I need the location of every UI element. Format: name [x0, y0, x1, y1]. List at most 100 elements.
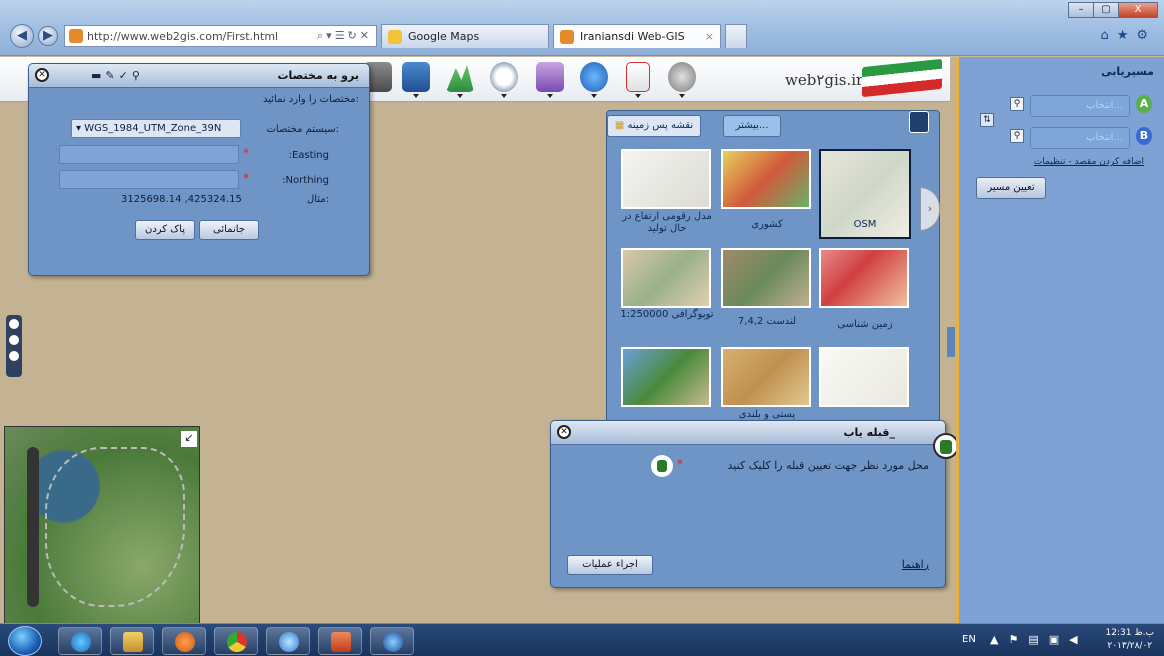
tab-google-maps-label: Google Maps	[408, 30, 480, 43]
browser-toolbar: – ▢ X ◀ ▶ http://www.web2gis.com/First.h…	[0, 0, 1164, 56]
forward-button[interactable]: ▶	[38, 26, 58, 46]
chevron-down-icon[interactable]	[679, 94, 685, 98]
zoom-nav-control[interactable]	[6, 315, 22, 377]
basemap-label-osm: OSM	[853, 219, 877, 230]
pick-start-icon[interactable]: ⚲	[1010, 97, 1024, 111]
webgis-favicon	[560, 29, 574, 44]
close-window-button[interactable]: X	[1118, 2, 1158, 18]
panel-subtitle: مختصات را وارد نمائید:	[262, 94, 359, 105]
overview-minimap[interactable]: ↙	[4, 426, 200, 624]
measure-tool-icon[interactable]	[536, 62, 564, 92]
example-label: مثال:	[306, 194, 329, 205]
required-star: *	[243, 146, 249, 160]
new-tab-button[interactable]	[725, 24, 747, 48]
close-tab-icon[interactable]: ×	[705, 30, 714, 43]
zoom-out-icon[interactable]	[9, 351, 19, 361]
easting-input[interactable]	[59, 145, 239, 164]
clock[interactable]: 12:31 ب.ظ ۲۰۱۳/۲۸/۰۲	[1106, 627, 1154, 653]
tab-google-maps[interactable]: Google Maps	[381, 24, 549, 48]
chrome-taskbar-icon[interactable]	[214, 627, 258, 655]
ie-taskbar-icon[interactable]	[58, 627, 102, 655]
url-text[interactable]: http://www.web2gis.com/First.html	[87, 30, 317, 43]
browser-tools-icons[interactable]: ⌂★⚙	[1100, 28, 1156, 43]
grid-icon: ▦	[614, 120, 628, 131]
address-tools-icon[interactable]: ⌕▾☰↻✕	[317, 29, 376, 43]
globe-add-tool-icon[interactable]	[580, 62, 608, 92]
monitor-icon[interactable]	[909, 111, 929, 133]
pick-end-icon[interactable]: ⚲	[1010, 129, 1024, 143]
chevron-down-icon[interactable]	[635, 94, 641, 98]
tab-basemap-label: نقشه پس زمینه	[627, 120, 694, 131]
swap-points-icon[interactable]: ⇅	[980, 113, 994, 127]
pin-a-icon: A	[1136, 95, 1152, 113]
coordinate-system-select[interactable]: ▾ WGS_1984_UTM_Zone_39N	[71, 119, 241, 138]
dtm-tool-icon[interactable]	[626, 62, 650, 92]
media-taskbar-icon[interactable]	[162, 627, 206, 655]
run-operation-button[interactable]: اجراء عملیات	[567, 555, 653, 575]
xy-tool-icon[interactable]	[490, 62, 518, 92]
tab-web-gis[interactable]: Iraniansdi Web-GIS ×	[553, 24, 721, 48]
find-route-button[interactable]: تعیین مسیر	[976, 177, 1046, 199]
window-controls: – ▢ X	[1068, 2, 1158, 18]
end-point-input[interactable]: انتخاب...	[1030, 127, 1130, 149]
address-bar[interactable]: http://www.web2gis.com/First.html ⌕▾☰↻✕	[64, 25, 377, 47]
basemap-thumb-geology[interactable]	[819, 248, 909, 308]
add-destination-link[interactable]: اضافه کردن مقصد - تنظیمات	[1034, 157, 1144, 167]
google-earth-taskbar-icon[interactable]	[370, 627, 414, 655]
chevron-down-icon[interactable]	[457, 94, 463, 98]
panel-tool-icons[interactable]: ▬✎✓⚲	[91, 69, 144, 82]
qibla-finder-panel: ✕ قبله یاب_ محل مورد نظر جهت تعیین قبله …	[550, 420, 959, 588]
pan-icon[interactable]	[9, 319, 19, 329]
zoom-in-icon[interactable]	[9, 335, 19, 345]
region-outline	[45, 447, 185, 607]
back-button[interactable]: ◀	[10, 24, 34, 48]
terrain-tool-icon[interactable]	[446, 65, 474, 92]
basemap-thumb-country[interactable]	[721, 149, 811, 209]
collapse-arrow-icon[interactable]: ↙	[181, 431, 197, 447]
clock-time: 12:31 ب.ظ	[1105, 628, 1154, 638]
search-taskbar-icon[interactable]	[266, 627, 310, 655]
tray-icons[interactable]: ▲⚑▤▣◀	[990, 633, 1088, 646]
chevron-down-icon[interactable]	[413, 94, 419, 98]
close-icon[interactable]: ✕	[557, 425, 571, 439]
maximize-button[interactable]: ▢	[1093, 2, 1119, 18]
start-button[interactable]	[8, 626, 42, 656]
minimize-button[interactable]: –	[1068, 2, 1094, 18]
basemap-thumb-7[interactable]	[819, 347, 909, 407]
northing-label: :Northing	[282, 175, 329, 186]
qibla-instruction: محل مورد نظر جهت تعیین قبله را کلیک کنید	[727, 459, 929, 472]
basemap-thumb-9[interactable]	[621, 347, 711, 407]
clear-button[interactable]: پاک کردن	[135, 220, 195, 240]
sidebar-toggle-handle[interactable]	[947, 327, 955, 357]
clock-date: ۲۰۱۳/۲۸/۰۲	[1107, 641, 1153, 651]
image-tool-icon[interactable]	[402, 62, 430, 92]
chevron-down-icon[interactable]	[501, 94, 507, 98]
northing-input[interactable]	[59, 170, 239, 189]
example-value: 3125698.14 ,425324.15	[121, 194, 242, 205]
help-link[interactable]: راهنما	[902, 558, 929, 571]
tab-more[interactable]: بیشتر...	[723, 115, 781, 137]
qibla-marker-icon	[651, 455, 673, 477]
explorer-taskbar-icon[interactable]	[110, 627, 154, 655]
basemap-thumb-relief[interactable]	[721, 347, 811, 407]
qibla-header: ✕ قبله یاب_	[551, 421, 945, 445]
chevron-down-icon[interactable]	[591, 94, 597, 98]
maps-favicon	[388, 29, 402, 44]
basemap-thumb-dem[interactable]	[621, 149, 711, 209]
chevron-down-icon[interactable]	[547, 94, 553, 98]
language-indicator[interactable]: EN	[962, 634, 976, 645]
zoom-slider[interactable]	[27, 447, 39, 607]
basemap-label-landsat: لندست 7,4,2	[737, 316, 797, 327]
system-label: سیستم مختصات:	[266, 124, 339, 135]
locate-button[interactable]: جانمائی	[199, 220, 259, 240]
qibla-title: قبله یاب_	[843, 426, 896, 439]
powerpoint-taskbar-icon[interactable]	[318, 627, 362, 655]
panel-header: ✕ ▬✎✓⚲ برو به مختصات	[29, 64, 369, 88]
close-icon[interactable]: ✕	[35, 68, 49, 82]
start-point-input[interactable]: انتخاب...	[1030, 95, 1130, 117]
basemap-thumb-landsat[interactable]	[721, 248, 811, 308]
easting-label: :Easting	[288, 150, 329, 161]
tab-basemap[interactable]: ▦ نقشه پس زمینه	[607, 115, 701, 137]
print-tool-icon[interactable]	[668, 62, 696, 92]
basemap-thumb-topo[interactable]	[621, 248, 711, 308]
